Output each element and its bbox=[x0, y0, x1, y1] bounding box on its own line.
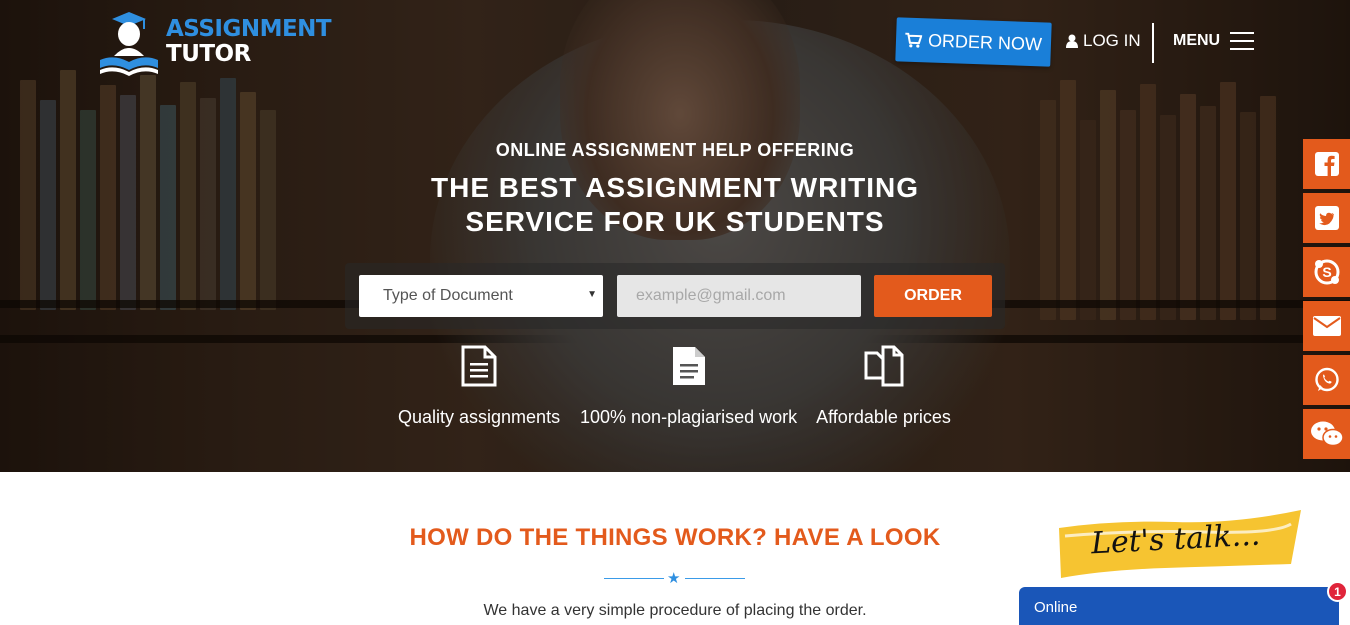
hero-title: THE BEST ASSIGNMENT WRITING SERVICE FOR … bbox=[0, 171, 1350, 239]
svg-text:S: S bbox=[1322, 264, 1331, 280]
graduate-book-icon bbox=[100, 12, 158, 76]
hero-title-line1: THE BEST ASSIGNMENT WRITING bbox=[431, 172, 919, 203]
lets-talk-banner[interactable]: Let's talk... bbox=[1055, 506, 1305, 582]
unread-badge: 1 bbox=[1327, 581, 1348, 602]
skype-button[interactable]: S bbox=[1303, 247, 1350, 297]
hero-subtitle: ONLINE ASSIGNMENT HELP OFFERING bbox=[495, 140, 855, 160]
email-field[interactable] bbox=[617, 275, 861, 317]
star-icon: ★ bbox=[667, 570, 681, 587]
login-label: LOG IN bbox=[1083, 31, 1141, 50]
document-text-icon bbox=[672, 347, 705, 385]
twitter-button[interactable] bbox=[1303, 193, 1350, 243]
hamburger-icon bbox=[1230, 32, 1255, 50]
feature-affordable: Affordable prices bbox=[816, 345, 951, 428]
feature-non-plagiarised: 100% non-plagiarised work bbox=[580, 345, 797, 428]
order-now-label: ORDER NOW bbox=[927, 29, 1043, 54]
document-type-select[interactable]: Type of Document ▼ bbox=[359, 275, 603, 317]
social-sidebar: S bbox=[1303, 139, 1350, 463]
skype-icon: S bbox=[1314, 259, 1339, 285]
login-link[interactable]: LOG IN bbox=[1066, 31, 1141, 51]
facebook-button[interactable] bbox=[1303, 139, 1350, 189]
facebook-icon bbox=[1314, 152, 1339, 176]
wechat-icon bbox=[1310, 421, 1344, 447]
menu-button[interactable]: MENU bbox=[1173, 32, 1255, 50]
document-lines-icon bbox=[461, 345, 497, 387]
chat-bar[interactable]: Online bbox=[1019, 587, 1339, 625]
feature-affordable-label: Affordable prices bbox=[816, 407, 951, 427]
heading-divider: ★ bbox=[604, 570, 745, 587]
whatsapp-button[interactable] bbox=[1303, 355, 1350, 405]
site-logo[interactable]: ASSIGNMENT TUTOR bbox=[98, 10, 332, 78]
menu-label: MENU bbox=[1173, 32, 1221, 49]
wechat-button[interactable] bbox=[1303, 409, 1350, 459]
document-type-value: Type of Document bbox=[383, 287, 513, 304]
email-icon bbox=[1312, 316, 1341, 336]
feature-quality-label: Quality assignments bbox=[398, 407, 561, 427]
feature-non-plagiarised-label: 100% non-plagiarised work bbox=[580, 407, 798, 427]
order-button[interactable]: ORDER bbox=[874, 275, 992, 317]
caret-down-icon: ▼ bbox=[587, 289, 597, 300]
logo-text-line2: TUTOR bbox=[166, 41, 251, 67]
order-now-button[interactable]: ORDER NOW bbox=[895, 17, 1052, 67]
cart-icon bbox=[905, 32, 923, 48]
chat-status: Online bbox=[1034, 599, 1078, 616]
hero-title-line2: SERVICE FOR UK STUDENTS bbox=[465, 206, 885, 237]
email-button[interactable] bbox=[1303, 301, 1350, 351]
twitter-icon bbox=[1314, 206, 1339, 230]
copy-documents-icon bbox=[864, 345, 903, 387]
logo-text-line1: ASSIGNMENT bbox=[166, 16, 332, 42]
user-icon bbox=[1066, 34, 1078, 48]
feature-quality: Quality assignments bbox=[398, 345, 560, 428]
whatsapp-icon bbox=[1314, 367, 1339, 392]
nav-divider bbox=[1152, 23, 1154, 63]
